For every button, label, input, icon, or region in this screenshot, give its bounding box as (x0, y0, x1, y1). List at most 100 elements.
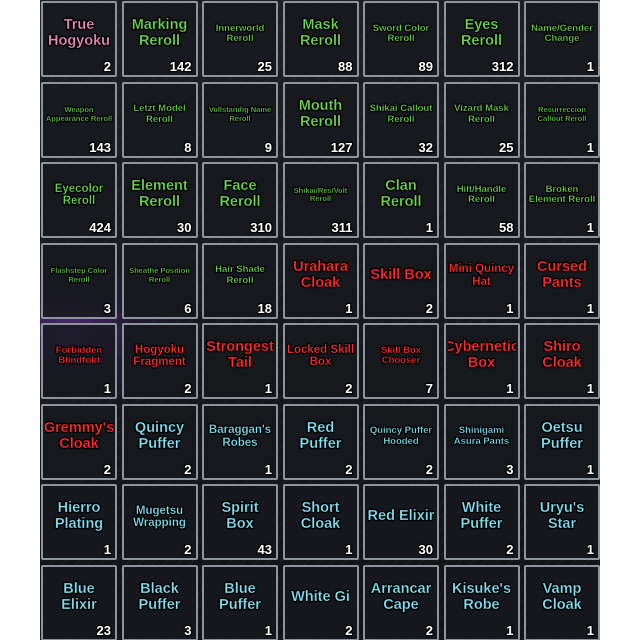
item-name: Mask Reroll (299, 17, 342, 49)
item-slot-blue-puffer[interactable]: Blue Puffer 1 (202, 564, 278, 640)
item-name: True Hogyoku (47, 17, 111, 49)
item-name: Element Reroll (131, 178, 188, 210)
item-slot-spirit-box[interactable]: Spirit Box 43 (202, 484, 278, 560)
item-name: Strongest Tail (206, 339, 274, 371)
item-slot-skill-box-chooser[interactable]: Skill Box Chooser 7 (363, 323, 439, 399)
item-slot-vollstandig-name-reroll[interactable]: Vollstandig Name Reroll 9 (202, 81, 278, 158)
item-slot-mask-reroll[interactable]: Mask Reroll 88 (282, 1, 359, 77)
item-slot-shiro-cloak[interactable]: Shiro Cloak 1 (524, 323, 600, 399)
item-slot-face-reroll[interactable]: Face Reroll 310 (202, 162, 278, 238)
item-count: 1 (264, 622, 272, 638)
item-slot-baraggan-s-robes[interactable]: Baraggan's Robes 1 (202, 403, 278, 480)
item-count: 1 (425, 220, 433, 235)
item-slot-hair-shade-reroll[interactable]: Hair Shade Reroll 18 (202, 242, 278, 319)
item-name: Baraggan's Robes (208, 424, 272, 449)
item-slot-red-elixir[interactable]: Red Elixir 30 (363, 484, 439, 560)
item-count: 1 (586, 542, 594, 557)
item-slot-quincy-puffer-hooded[interactable]: Quincy Puffer Hooded 2 (363, 403, 439, 480)
item-slot-letzt-model-reroll[interactable]: Letzt Model Reroll 8 (121, 81, 198, 158)
item-count: 2 (425, 461, 433, 477)
item-slot-forbidden-blindfold[interactable]: Forbidden Blindfold 1 (41, 323, 117, 399)
item-slot-shikai-callout-reroll[interactable]: Shikai Callout Reroll 32 (363, 81, 439, 158)
item-slot-cursed-pants[interactable]: Cursed Pants 1 (524, 242, 600, 319)
item-slot-element-reroll[interactable]: Element Reroll 30 (121, 162, 198, 238)
item-name: Resurreccion Callout Reroll (537, 105, 587, 123)
item-name: Mouth Reroll (298, 97, 343, 130)
item-slot-innerworld-reroll[interactable]: Innerworld Reroll 25 (202, 1, 278, 77)
item-slot-strongest-tail[interactable]: Strongest Tail 1 (202, 323, 278, 399)
item-count: 1 (586, 220, 594, 235)
item-slot-white-gi[interactable]: White Gi 2 (282, 564, 359, 640)
item-slot-mugetsu-wrapping[interactable]: Mugetsu Wrapping 2 (121, 484, 198, 560)
item-count: 25 (257, 59, 272, 74)
item-count: 3 (506, 461, 514, 477)
item-slot-sword-color-reroll[interactable]: Sword Color Reroll 89 (363, 1, 439, 77)
item-slot-white-puffer[interactable]: White Puffer 2 (443, 484, 520, 560)
item-count: 1 (506, 381, 514, 396)
item-slot-broken-element-reroll[interactable]: Broken Element Reroll 1 (524, 162, 600, 238)
item-slot-urahara-cloak[interactable]: Urahara Cloak 1 (282, 242, 359, 319)
item-slot-vamp-cloak[interactable]: Vamp Cloak 1 (524, 564, 600, 640)
item-slot-uryu-s-star[interactable]: Uryu's Star 1 (524, 484, 600, 560)
item-slot-short-cloak[interactable]: Short Cloak 1 (282, 484, 359, 560)
item-name: Skill Box Chooser (380, 344, 422, 366)
item-count: 1 (586, 300, 594, 316)
item-name: Short Cloak (300, 500, 341, 532)
item-slot-hogyoku-fragment[interactable]: Hogyoku Fragment 2 (121, 323, 198, 399)
item-count: 9 (264, 139, 272, 155)
item-slot-vizard-mask-reroll[interactable]: Vizard Mask Reroll 25 (443, 81, 520, 158)
item-slot-cybernetic-box[interactable]: Cybernetic Box 1 (443, 323, 520, 399)
item-slot-weapon-appearance-reroll[interactable]: Weapon Appearance Reroll 143 (41, 81, 117, 158)
item-name: Mugetsu Wrapping (133, 504, 186, 529)
item-slot-sheathe-position-reroll[interactable]: Sheathe Position Reroll 6 (121, 242, 198, 319)
item-slot-flashstep-color-reroll[interactable]: Flashstep Color Reroll 3 (41, 242, 117, 319)
item-slot-locked-skill-box[interactable]: Locked Skill Box 2 (282, 323, 359, 399)
item-slot-gremmy-s-cloak[interactable]: Gremmy's Cloak 2 (41, 403, 117, 480)
item-slot-hilt-handle-reroll[interactable]: Hilt/Handle Reroll 58 (443, 162, 520, 238)
item-slot-red-puffer[interactable]: Red Puffer 2 (282, 403, 359, 480)
item-count: 2 (345, 461, 353, 477)
item-name: Blue Elixir (61, 580, 97, 613)
item-count: 89 (418, 59, 433, 74)
item-count: 1 (345, 300, 353, 316)
item-name: Hierro Plating (54, 500, 104, 532)
item-name: Vamp Cloak (542, 580, 582, 613)
item-slot-oetsu-puffer[interactable]: Oetsu Puffer 1 (524, 403, 600, 480)
item-name: Black Puffer (138, 580, 181, 613)
item-name: Hair Shade Reroll (215, 264, 265, 286)
item-slot-black-puffer[interactable]: Black Puffer 3 (121, 564, 198, 640)
item-count: 1 (586, 59, 594, 74)
item-slot-resurreccion-callout-reroll[interactable]: Resurreccion Callout Reroll 1 (524, 81, 600, 158)
item-slot-hierro-plating[interactable]: Hierro Plating 1 (41, 484, 117, 560)
item-count: 1 (586, 461, 594, 477)
inventory-panel: True Hogyoku 2 Marking Reroll 142 Innerworld… (40, 0, 600, 640)
item-slot-shinigami-asura-pants[interactable]: Shinigami Asura Pants 3 (443, 403, 520, 480)
item-slot-kisuke-s-robe[interactable]: Kisuke's Robe 1 (443, 564, 520, 640)
item-name: Vollstandig Name Reroll (208, 105, 272, 123)
item-slot-mini-quincy-hat[interactable]: Mini Quincy Hat 1 (443, 242, 520, 319)
item-slot-shikai-res-volt-reroll[interactable]: Shikai/Res/Volt Reroll 311 (282, 162, 359, 238)
item-name: Shikai/Res/Volt Reroll (293, 185, 348, 203)
item-name: Gremmy's Cloak (45, 419, 113, 452)
item-slot-eyecolor-reroll[interactable]: Eyecolor Reroll 424 (41, 162, 117, 238)
item-slot-name-gender-change[interactable]: Name/Gender Change 1 (524, 1, 600, 77)
item-slot-skill-box[interactable]: Skill Box 2 (363, 242, 439, 319)
item-slot-eyes-reroll[interactable]: Eyes Reroll 312 (443, 1, 520, 77)
item-slot-mouth-reroll[interactable]: Mouth Reroll 127 (282, 81, 359, 158)
item-count: 1 (345, 542, 353, 557)
item-count: 142 (169, 59, 192, 74)
item-slot-true-hogyoku[interactable]: True Hogyoku 2 (41, 1, 117, 77)
item-slot-quincy-puffer[interactable]: Quincy Puffer 2 (121, 403, 198, 480)
item-count: 23 (96, 622, 111, 638)
item-name: Face Reroll (219, 178, 261, 210)
item-count: 1 (103, 381, 111, 396)
item-slot-marking-reroll[interactable]: Marking Reroll 142 (121, 1, 198, 77)
item-count: 2 (425, 300, 433, 316)
item-count: 1 (264, 461, 272, 477)
item-name: Eyecolor Reroll (54, 182, 104, 207)
item-slot-arrancar-cape[interactable]: Arrancar Cape 2 (363, 564, 439, 640)
item-slot-blue-elixir[interactable]: Blue Elixir 23 (41, 564, 117, 640)
item-name: Forbidden Blindfold (55, 344, 103, 366)
item-count: 30 (418, 542, 433, 557)
item-slot-clan-reroll[interactable]: Clan Reroll 1 (363, 162, 439, 238)
